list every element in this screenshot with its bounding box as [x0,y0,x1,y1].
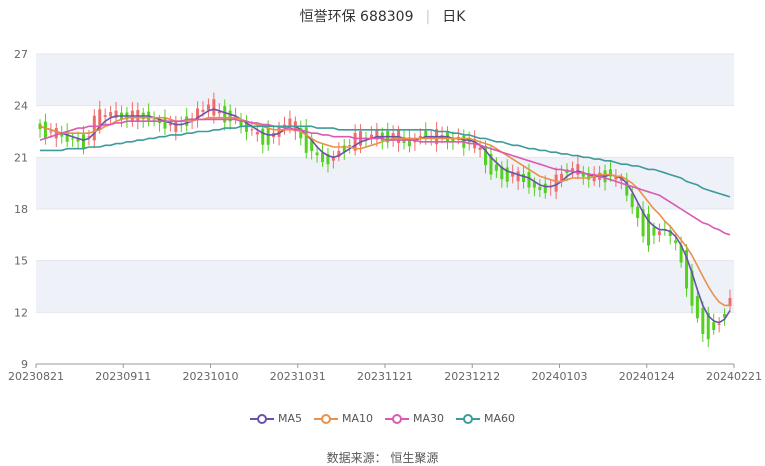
legend-label: MA30 [413,412,445,425]
x-tick-label: 20240124 [619,370,675,383]
candle-body [43,121,47,138]
candle-body [206,104,210,111]
candle-body [266,128,270,145]
legend: MA5 MA10 MA30 MA60 [0,412,765,428]
candle-body [255,131,259,135]
candle-body [168,123,172,126]
legend-item-ma5[interactable]: MA5 [249,412,302,425]
candle-body [494,164,498,171]
candle-body [212,99,216,116]
candle-body [348,145,352,147]
x-tick-label: 20230911 [95,370,151,383]
legend-marker [385,413,409,424]
y-tick-label: 12 [14,306,28,319]
candle-body [174,120,178,132]
candle-body [516,171,520,182]
legend-marker [313,413,338,424]
candle-body [109,112,113,117]
candle-body [201,109,205,112]
candle-body [418,135,422,138]
x-tick-label: 20230821 [8,370,64,383]
candle-body [103,115,107,117]
candle-body [92,115,96,141]
candle-body [570,168,574,171]
x-tick-label: 20231031 [270,370,326,383]
y-tick-label: 15 [14,255,28,268]
y-tick-label: 24 [14,100,28,113]
candle-body [657,231,661,235]
data-source: 数据来源： 恒生聚源 [326,451,439,465]
candle-body [543,183,547,193]
grid-band [36,260,734,313]
candle-body [652,227,656,236]
candle-body [554,174,558,192]
candle-body [630,193,634,208]
y-tick-label: 27 [14,48,28,61]
candle-body [54,127,58,139]
x-tick-label: 20240221 [706,370,762,383]
grid-band [36,54,734,106]
candle-body [478,147,482,150]
candle-body [321,152,325,162]
candle-body [712,322,716,330]
candle-body [674,240,678,244]
legend-label: MA5 [277,412,302,425]
candle-body [527,171,531,188]
candle-body [71,138,75,140]
candle-body [695,296,699,319]
candle-body [49,131,53,133]
candle-body [250,129,254,131]
legend-label: MA60 [484,412,516,425]
y-tick-label: 18 [14,203,28,216]
candle-body [152,119,156,121]
legend-label: MA10 [341,412,373,425]
candle-body [217,111,221,114]
legend-item-ma10[interactable]: MA10 [313,412,373,425]
x-tick-label: 20231121 [357,370,413,383]
legend-marker [456,413,481,424]
legend-item-ma60[interactable]: MA60 [456,412,515,425]
legend-item-ma30[interactable]: MA30 [385,412,444,425]
candle-body [261,128,265,145]
legend-marker [249,413,274,424]
x-tick-label: 20231212 [444,370,500,383]
candle-body [315,152,319,156]
candle-body [163,117,167,129]
kline-chart: 912151821242720230821 20230911 20231010 202… [8,48,762,383]
candle-body [701,307,705,334]
candle-body [717,324,721,326]
candle-body [636,206,640,219]
candle-body [277,126,281,137]
candle-body [538,186,542,190]
x-tick-label: 20240103 [532,370,588,383]
y-tick-label: 21 [14,151,28,164]
candle-body [81,134,85,150]
x-tick-label: 20231010 [183,370,239,383]
